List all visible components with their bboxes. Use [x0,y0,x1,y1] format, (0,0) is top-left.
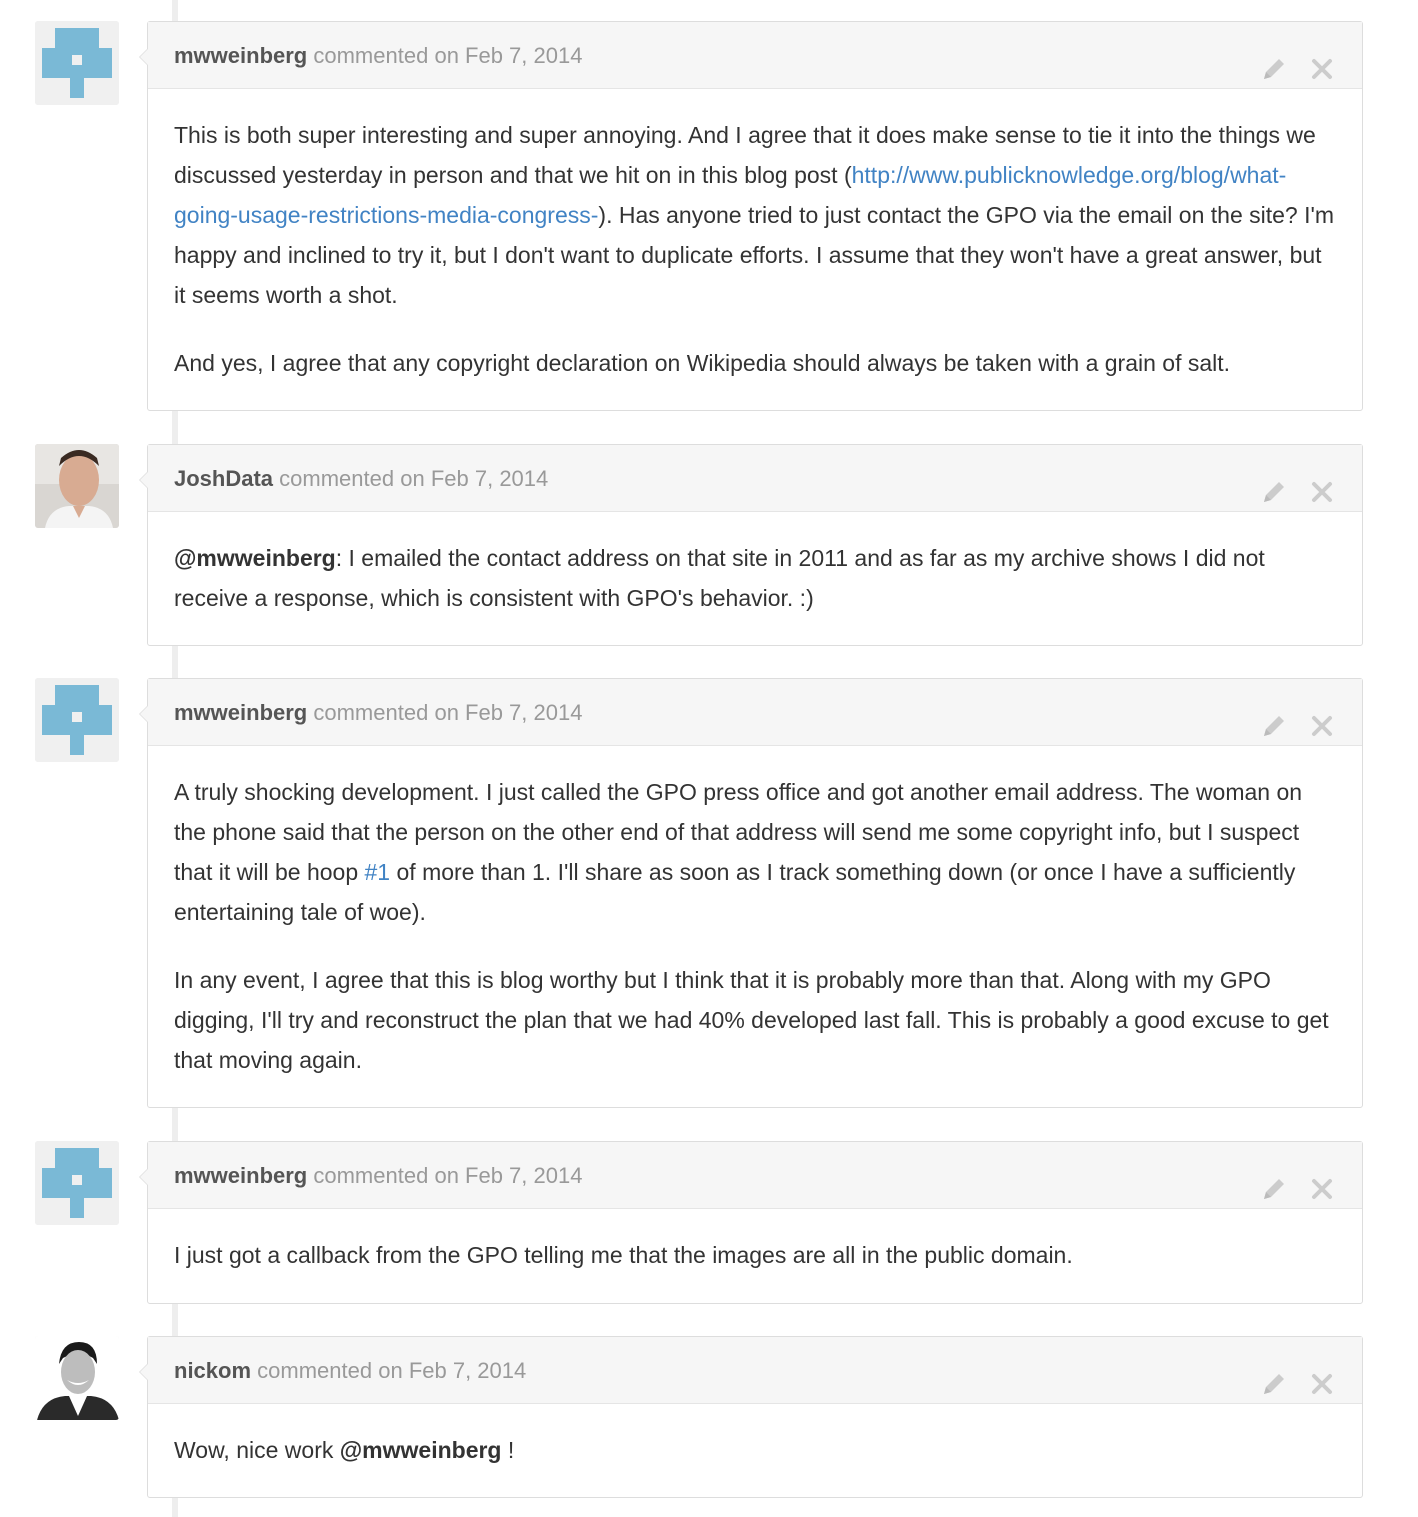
identicon-avatar[interactable] [35,678,119,762]
comment-actions [1246,42,1336,79]
photo-avatar[interactable] [35,1336,119,1420]
comment-paragraph: And yes, I agree that any copyright decl… [174,350,1231,376]
comment-text: ! [501,1437,515,1463]
comment-verb: commented [279,466,395,491]
close-icon[interactable] [1308,699,1336,736]
comment-body: This is both super interesting and super… [148,89,1362,383]
comment-paragraph: @mwweinberg: I emailed the contact addre… [174,538,1336,618]
comment-verb: commented [313,700,429,725]
pencil-icon[interactable] [1260,42,1288,79]
comment-header: nickom commented on Feb 7, 2014 [148,1337,1362,1404]
comment-date[interactable]: on Feb 7, 2014 [434,1163,582,1188]
pencil-icon[interactable] [1260,1357,1288,1394]
comment-body: Wow, nice work @mwweinberg ! [148,1404,1362,1470]
comment-date[interactable]: on Feb 7, 2014 [434,700,582,725]
comment-text: Wow, nice work [174,1437,340,1463]
comment-box: JoshData commented on Feb 7, 2014 @mwwei… [139,444,1363,646]
comment-actions [1246,699,1336,736]
close-icon[interactable] [1308,1162,1336,1199]
comment-author[interactable]: mwweinberg [174,43,307,68]
comment-author[interactable]: JoshData [174,466,273,491]
comment-paragraph: In any event, I agree that this is blog … [174,967,1329,1073]
comment-header: mwweinberg commented on Feb 7, 2014 [148,679,1362,746]
comment-paragraph: I just got a callback from the GPO telli… [174,1242,1073,1268]
comment-box: mwweinberg commented on Feb 7, 2014 A tr… [139,678,1363,1108]
comment-box: mwweinberg commented on Feb 7, 2014 This… [139,21,1363,411]
identicon-avatar[interactable] [35,21,119,105]
comment-paragraph: This is both super interesting and super… [174,115,1336,315]
comment-body: @mwweinberg: I emailed the contact addre… [148,512,1362,618]
close-icon[interactable] [1308,42,1336,79]
comment-text: : I emailed the contact address on that … [174,545,1265,611]
comment-body: I just got a callback from the GPO telli… [148,1209,1362,1275]
comment-verb: commented [313,1163,429,1188]
close-icon[interactable] [1308,465,1336,502]
comment-header: mwweinberg commented on Feb 7, 2014 [148,1142,1362,1209]
comment-actions [1246,1162,1336,1199]
comment-date[interactable]: on Feb 7, 2014 [378,1358,526,1383]
pencil-icon[interactable] [1260,1162,1288,1199]
comment-verb: commented [257,1358,373,1383]
comment-paragraph: Wow, nice work @mwweinberg ! [174,1430,1336,1470]
user-mention-link[interactable]: @mwweinberg [340,1437,502,1463]
issue-link[interactable]: #1 [365,859,391,885]
comment-author[interactable]: nickom [174,1358,251,1383]
comment-actions [1246,1357,1336,1394]
comment-date[interactable]: on Feb 7, 2014 [400,466,548,491]
comment-author[interactable]: mwweinberg [174,700,307,725]
comment-actions [1246,465,1336,502]
comment-date[interactable]: on Feb 7, 2014 [434,43,582,68]
comment-box: mwweinberg commented on Feb 7, 2014 I ju… [139,1141,1363,1304]
close-icon[interactable] [1308,1357,1336,1394]
photo-avatar[interactable] [35,444,119,528]
comment-header: mwweinberg commented on Feb 7, 2014 [148,22,1362,89]
comment-header: JoshData commented on Feb 7, 2014 [148,445,1362,512]
pencil-icon[interactable] [1260,465,1288,502]
pencil-icon[interactable] [1260,699,1288,736]
user-mention-link[interactable]: @mwweinberg [174,545,336,571]
comment-paragraph: A truly shocking development. I just cal… [174,772,1336,932]
comment-box: nickom commented on Feb 7, 2014 Wow, nic… [139,1336,1363,1498]
comment-author[interactable]: mwweinberg [174,1163,307,1188]
comment-body: A truly shocking development. I just cal… [148,746,1362,1080]
identicon-avatar[interactable] [35,1141,119,1225]
comment-verb: commented [313,43,429,68]
